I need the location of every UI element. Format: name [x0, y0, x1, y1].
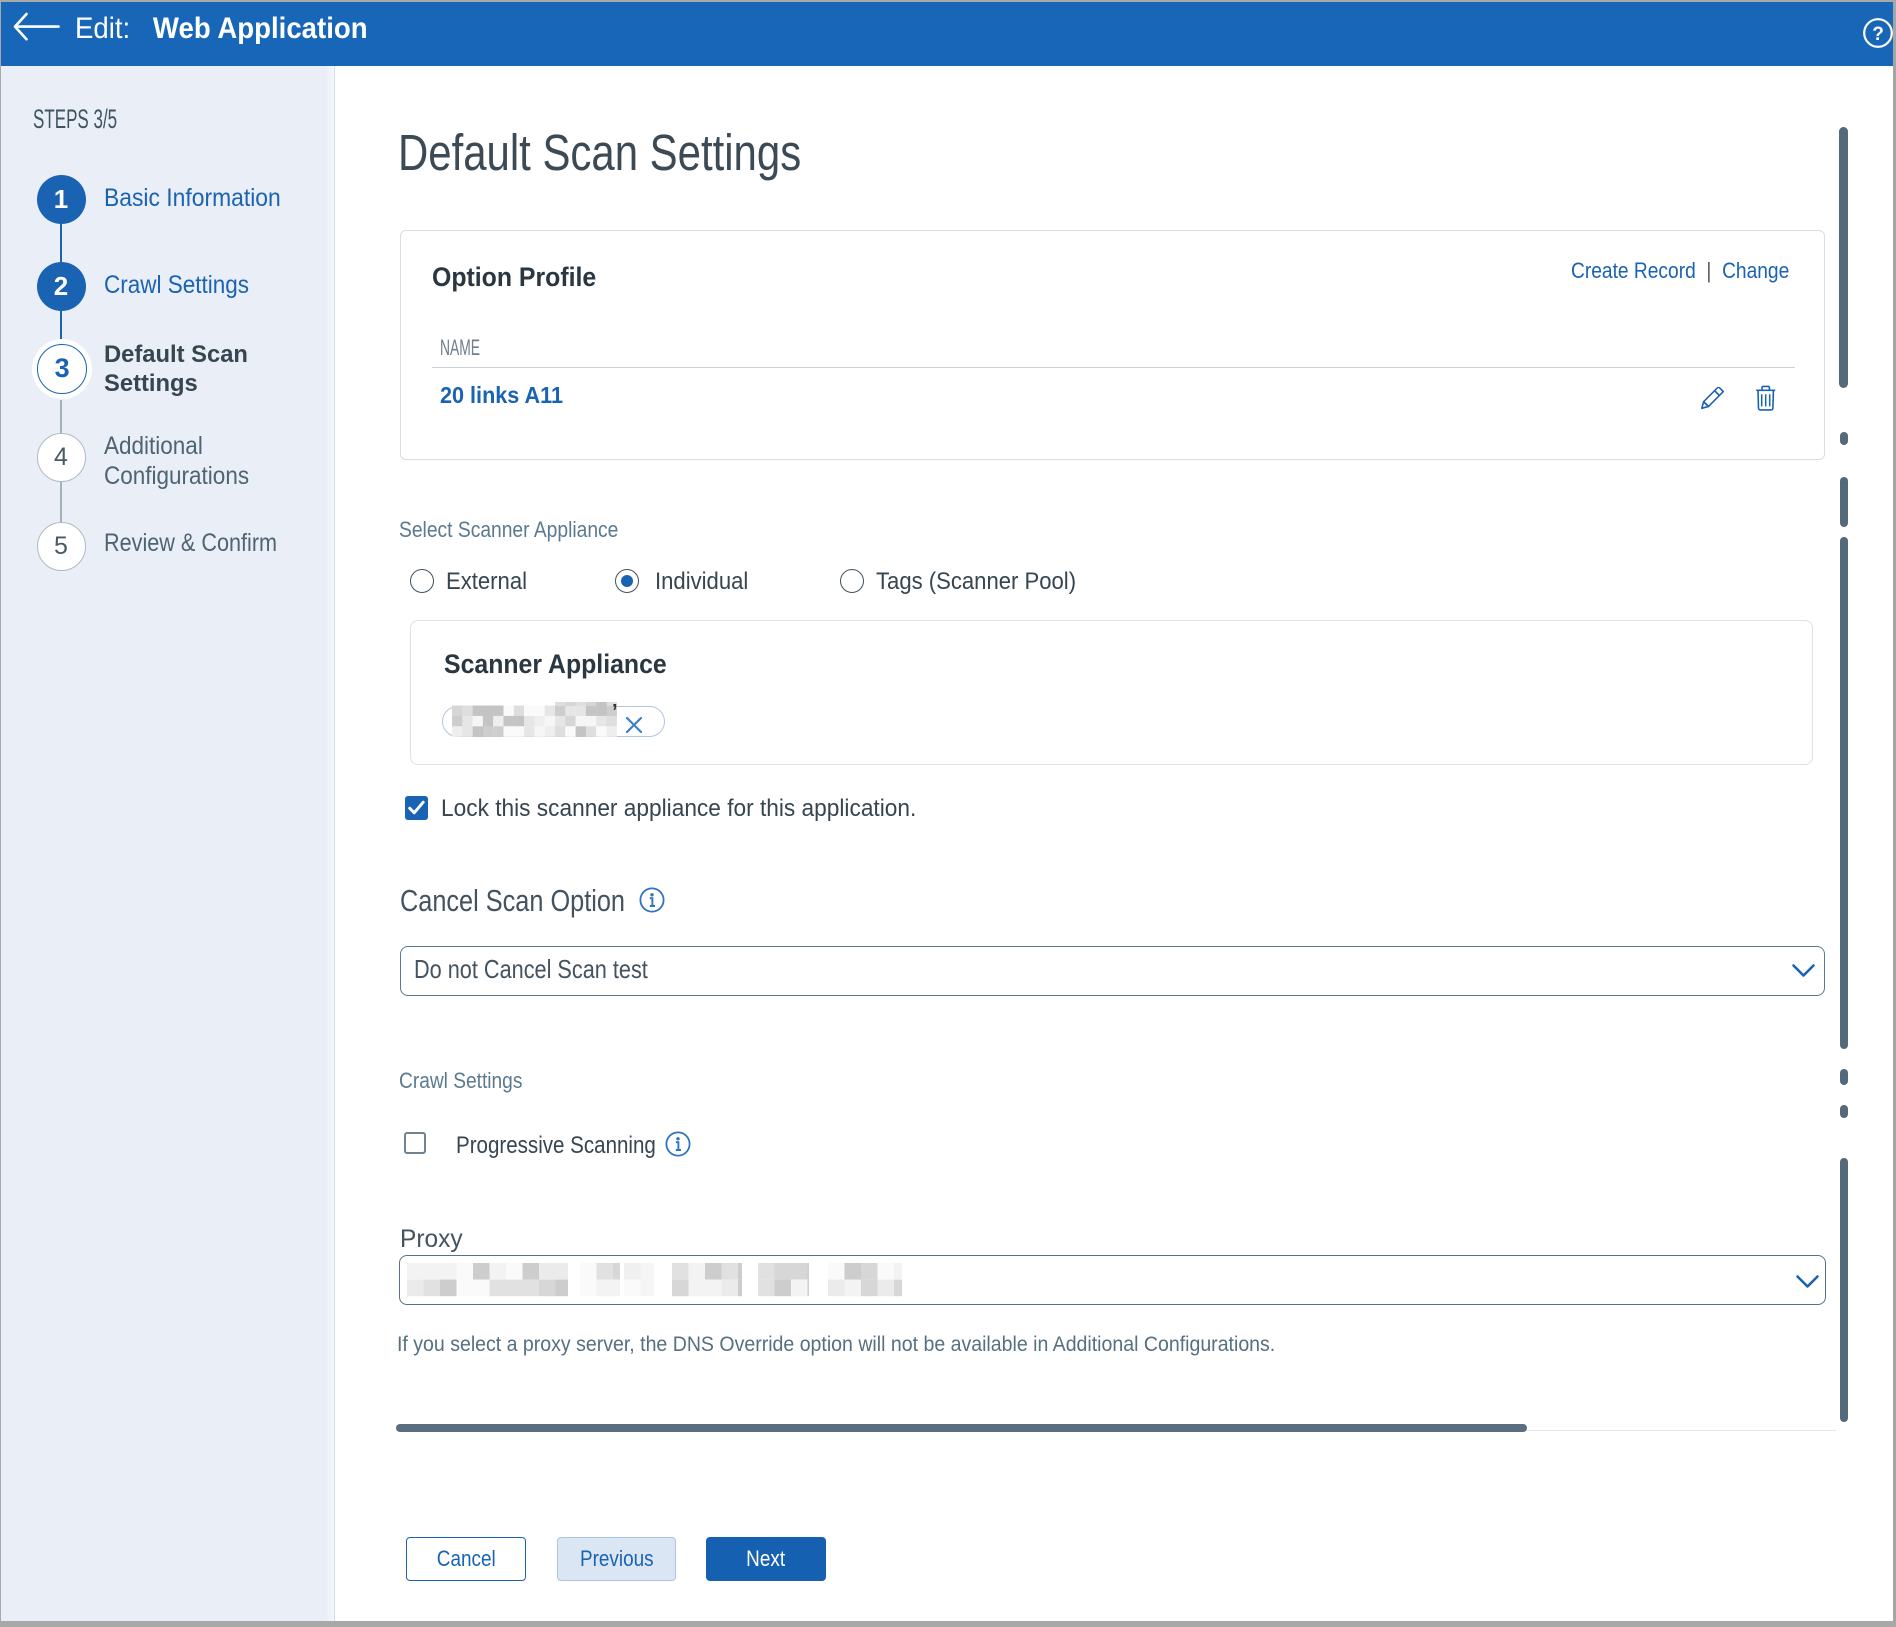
svg-text:?: ?	[1872, 24, 1884, 45]
